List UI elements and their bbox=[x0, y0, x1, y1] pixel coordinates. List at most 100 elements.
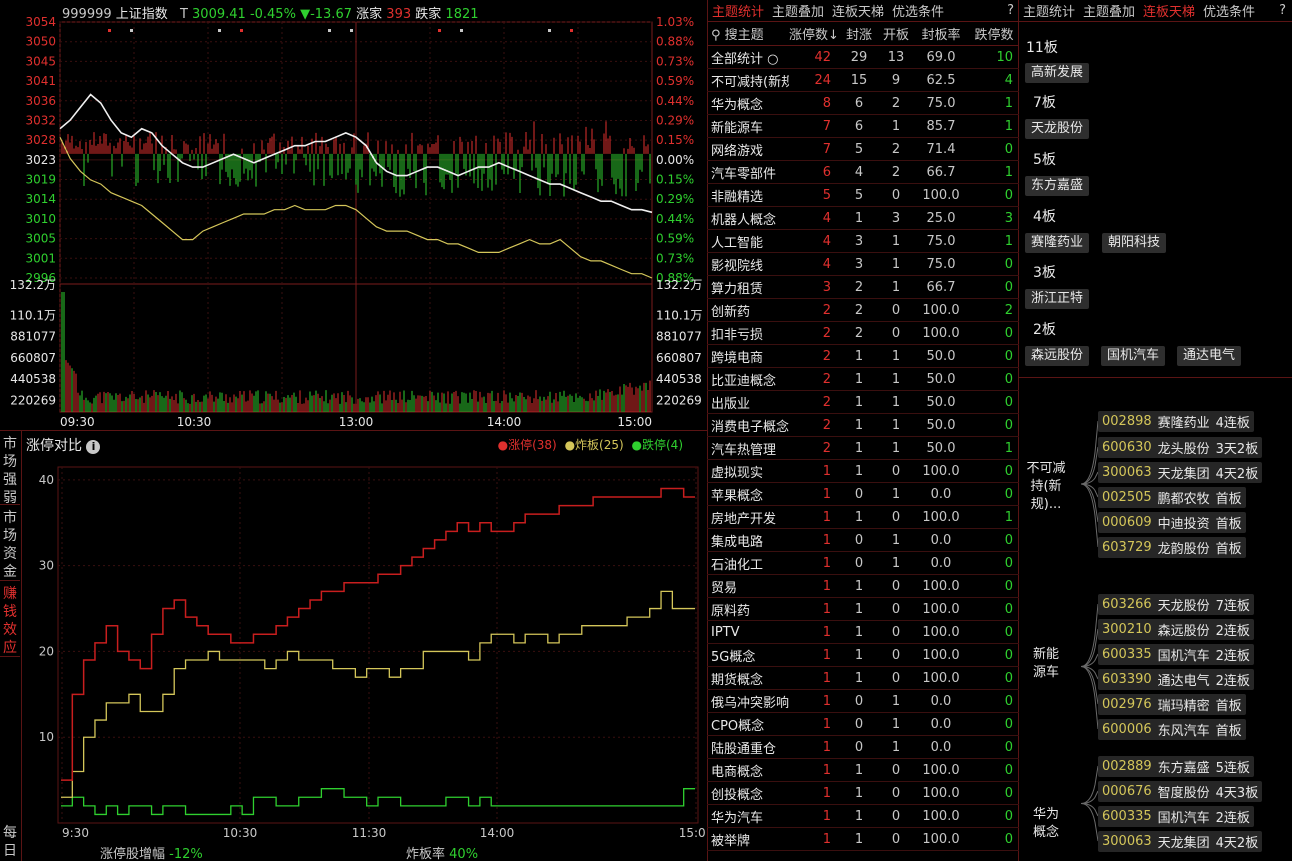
theme-row[interactable]: 原料药 1 1 0 100.0 0 bbox=[707, 598, 1019, 621]
group-stock-item[interactable]: 603266 天龙股份 7连板 bbox=[1098, 594, 1254, 615]
ladder-stock-chip[interactable]: 森远股份 bbox=[1025, 346, 1090, 366]
group-stock-item[interactable]: 603729 龙韵股份 首板 bbox=[1098, 537, 1246, 558]
theme-row[interactable]: 5G概念 1 1 0 100.0 0 bbox=[707, 644, 1019, 667]
circle-icon[interactable]: ○ bbox=[763, 52, 778, 67]
volume-tick-right: 881077 bbox=[656, 330, 702, 344]
theme-row[interactable]: 非融精选 5 5 0 100.0 0 bbox=[707, 184, 1019, 207]
opened-count: 1 bbox=[891, 118, 901, 134]
theme-row[interactable]: 比亚迪概念 2 1 1 50.0 0 bbox=[707, 368, 1019, 391]
tab-limit-ladder[interactable]: 连板天梯 bbox=[832, 1, 884, 20]
group-stock-item[interactable]: 600335 国机汽车 2连板 bbox=[1098, 644, 1254, 665]
theme-row[interactable]: 华为概念 8 6 2 75.0 1 bbox=[707, 92, 1019, 115]
col-limit-down[interactable]: 跌停数 bbox=[969, 24, 1019, 43]
ladder-stock-chip[interactable]: 通达电气 bbox=[1177, 346, 1242, 366]
theme-tabs: 主题统计 主题叠加 连板天梯 优选条件 ? bbox=[708, 0, 1020, 22]
theme-row[interactable]: 新能源车 7 6 1 85.7 1 bbox=[707, 115, 1019, 138]
tab-market-strength[interactable]: 市场强弱 bbox=[0, 433, 20, 506]
theme-row[interactable]: 出版业 2 1 1 50.0 0 bbox=[707, 391, 1019, 414]
ladder-tab-limit-ladder[interactable]: 连板天梯 bbox=[1143, 1, 1195, 20]
theme-row[interactable]: 扣非亏损 2 2 0 100.0 0 bbox=[707, 322, 1019, 345]
theme-row[interactable]: 房地产开发 1 1 0 100.0 1 bbox=[707, 506, 1019, 529]
ladder-stock-chip[interactable]: 高新发展 bbox=[1025, 63, 1090, 83]
tab-preferred-conditions[interactable]: 优选条件 bbox=[892, 1, 944, 20]
theme-row[interactable]: 华为汽车 1 1 0 100.0 0 bbox=[707, 805, 1019, 828]
theme-row[interactable]: 虚拟现实 1 1 0 100.0 0 bbox=[707, 460, 1019, 483]
event-marker bbox=[350, 29, 353, 32]
tab-theme-overlay[interactable]: 主题叠加 bbox=[772, 1, 824, 20]
group-stock-item[interactable]: 300210 森远股份 2连板 bbox=[1098, 619, 1254, 640]
theme-name: 华为汽车 bbox=[711, 810, 764, 826]
group-stock-item[interactable]: 002898 赛隆药业 4连板 bbox=[1098, 411, 1254, 432]
tab-theme-stats[interactable]: 主题统计 bbox=[712, 1, 764, 20]
limit-up-count: 1 bbox=[822, 831, 831, 847]
stock-name: 国机汽车 bbox=[1157, 811, 1210, 826]
search-theme-input[interactable]: ⚲ 搜主题 bbox=[707, 24, 789, 43]
group-stock-item[interactable]: 002889 东方嘉盛 5连板 bbox=[1098, 756, 1254, 777]
tab-market-funds[interactable]: 市场资金 bbox=[0, 507, 20, 581]
ladder-tab-preferred[interactable]: 优选条件 bbox=[1203, 1, 1255, 20]
theme-row[interactable]: 不可减持(新规) 24 15 9 62.5 4 bbox=[707, 69, 1019, 92]
theme-row[interactable]: 网络游戏 7 5 2 71.4 0 bbox=[707, 138, 1019, 161]
limit-up-count: 1 bbox=[822, 486, 831, 502]
theme-row[interactable]: CPO概念 1 0 1 0.0 0 bbox=[707, 713, 1019, 736]
group-stock-item[interactable]: 002976 瑞玛精密 首板 bbox=[1098, 694, 1246, 715]
ladder-tab-theme-stats[interactable]: 主题统计 bbox=[1023, 1, 1075, 20]
ladder-tab-theme-overlay[interactable]: 主题叠加 bbox=[1083, 1, 1135, 20]
seal-rate: 0.0 bbox=[930, 693, 952, 709]
col-sealed[interactable]: 封涨 bbox=[839, 24, 879, 43]
index-chart-svg[interactable]: 3054 1.03% 3050 0.88% 3045 0.73% 3041 0.59% 3036… bbox=[0, 0, 707, 430]
seal-rate: 50.0 bbox=[926, 371, 956, 387]
group-stock-item[interactable]: 600006 东风汽车 首板 bbox=[1098, 719, 1246, 740]
theme-row[interactable]: 跨境电商 2 1 1 50.0 0 bbox=[707, 345, 1019, 368]
col-opened[interactable]: 开板 bbox=[879, 24, 913, 43]
theme-row[interactable]: 俄乌冲突影响 1 0 1 0.0 0 bbox=[707, 690, 1019, 713]
group-stock-item[interactable]: 002505 鹏都农牧 首板 bbox=[1098, 487, 1246, 508]
seal-rate: 100.0 bbox=[922, 325, 960, 341]
group-stock-item[interactable]: 300063 天龙集团 4天2板 bbox=[1098, 831, 1263, 852]
theme-row[interactable]: 集成电路 1 0 1 0.0 0 bbox=[707, 529, 1019, 552]
theme-row[interactable]: 期货概念 1 1 0 100.0 0 bbox=[707, 667, 1019, 690]
col-limit-up[interactable]: 涨停数↓ bbox=[789, 24, 839, 43]
theme-row[interactable]: 汽车零部件 6 4 2 66.7 1 bbox=[707, 161, 1019, 184]
ladder-stock-chip[interactable]: 朝阳科技 bbox=[1102, 233, 1167, 253]
theme-row[interactable]: 贸易 1 1 0 100.0 0 bbox=[707, 575, 1019, 598]
group-stock-item[interactable]: 300063 天龙集团 4天2板 bbox=[1098, 462, 1263, 483]
ladder-stock-chip[interactable]: 天龙股份 bbox=[1025, 119, 1090, 139]
theme-row[interactable]: 汽车热管理 2 1 1 50.0 1 bbox=[707, 437, 1019, 460]
theme-row[interactable]: 全部统计 ○ 42 29 13 69.0 10 bbox=[707, 46, 1019, 69]
ladder-stock-chip[interactable]: 浙江正特 bbox=[1025, 289, 1090, 309]
group-stock-item[interactable]: 600630 龙头股份 3天2板 bbox=[1098, 437, 1263, 458]
theme-row[interactable]: 影视院线 4 3 1 75.0 0 bbox=[707, 253, 1019, 276]
ladder-stock-chip[interactable]: 赛隆药业 bbox=[1025, 233, 1090, 253]
theme-row[interactable]: 创新药 2 2 0 100.0 2 bbox=[707, 299, 1019, 322]
tab-profit-effect[interactable]: 赚钱效应 bbox=[0, 583, 20, 657]
ladder-stock-chip[interactable]: 东方嘉盛 bbox=[1025, 176, 1090, 196]
theme-row[interactable]: 被举牌 1 1 0 100.0 0 bbox=[707, 828, 1019, 851]
theme-row[interactable]: 消费电子概念 2 1 1 50.0 0 bbox=[707, 414, 1019, 437]
ladder-help-icon[interactable]: ? bbox=[1279, 3, 1286, 18]
ladder-stock-chip[interactable]: 国机汽车 bbox=[1101, 346, 1166, 366]
volume-tick-right: 660807 bbox=[656, 351, 702, 365]
group-stock-item[interactable]: 603390 通达电气 2连板 bbox=[1098, 669, 1254, 690]
group-stock-item[interactable]: 600335 国机汽车 2连板 bbox=[1098, 806, 1254, 827]
help-icon[interactable]: ? bbox=[1007, 3, 1014, 18]
sealed-count: 1 bbox=[854, 624, 864, 640]
info-icon[interactable]: i bbox=[86, 440, 101, 454]
theme-row[interactable]: 人工智能 4 3 1 75.0 1 bbox=[707, 230, 1019, 253]
limit-chart-svg[interactable]: 40 30 20 10 9:30 10:30 11:30 14:00 15:00 bbox=[22, 453, 706, 843]
theme-name: 房地产开发 bbox=[711, 511, 777, 527]
group-stock-item[interactable]: 000676 智度股份 4天3板 bbox=[1098, 781, 1263, 802]
theme-row[interactable]: 石油化工 1 0 1 0.0 0 bbox=[707, 552, 1019, 575]
theme-row[interactable]: 电商概念 1 1 0 100.0 0 bbox=[707, 759, 1019, 782]
tab-daily[interactable]: 每日 bbox=[0, 824, 20, 861]
theme-row[interactable]: IPTV 1 1 0 100.0 0 bbox=[707, 621, 1019, 644]
theme-row[interactable]: 算力租赁 3 2 1 66.7 0 bbox=[707, 276, 1019, 299]
col-seal-rate[interactable]: 封板率 bbox=[913, 24, 969, 43]
group-stock-item[interactable]: 000609 中迪投资 首板 bbox=[1098, 512, 1246, 533]
theme-row[interactable]: 苹果概念 1 0 1 0.0 0 bbox=[707, 483, 1019, 506]
theme-row[interactable]: 陆股通重仓 1 0 1 0.0 0 bbox=[707, 736, 1019, 759]
theme-row[interactable]: 创投概念 1 1 0 100.0 0 bbox=[707, 782, 1019, 805]
limit-down-count: 0 bbox=[1004, 831, 1013, 847]
volume-tick-left: 440538 bbox=[10, 372, 56, 386]
theme-row[interactable]: 机器人概念 4 1 3 25.0 3 bbox=[707, 207, 1019, 230]
